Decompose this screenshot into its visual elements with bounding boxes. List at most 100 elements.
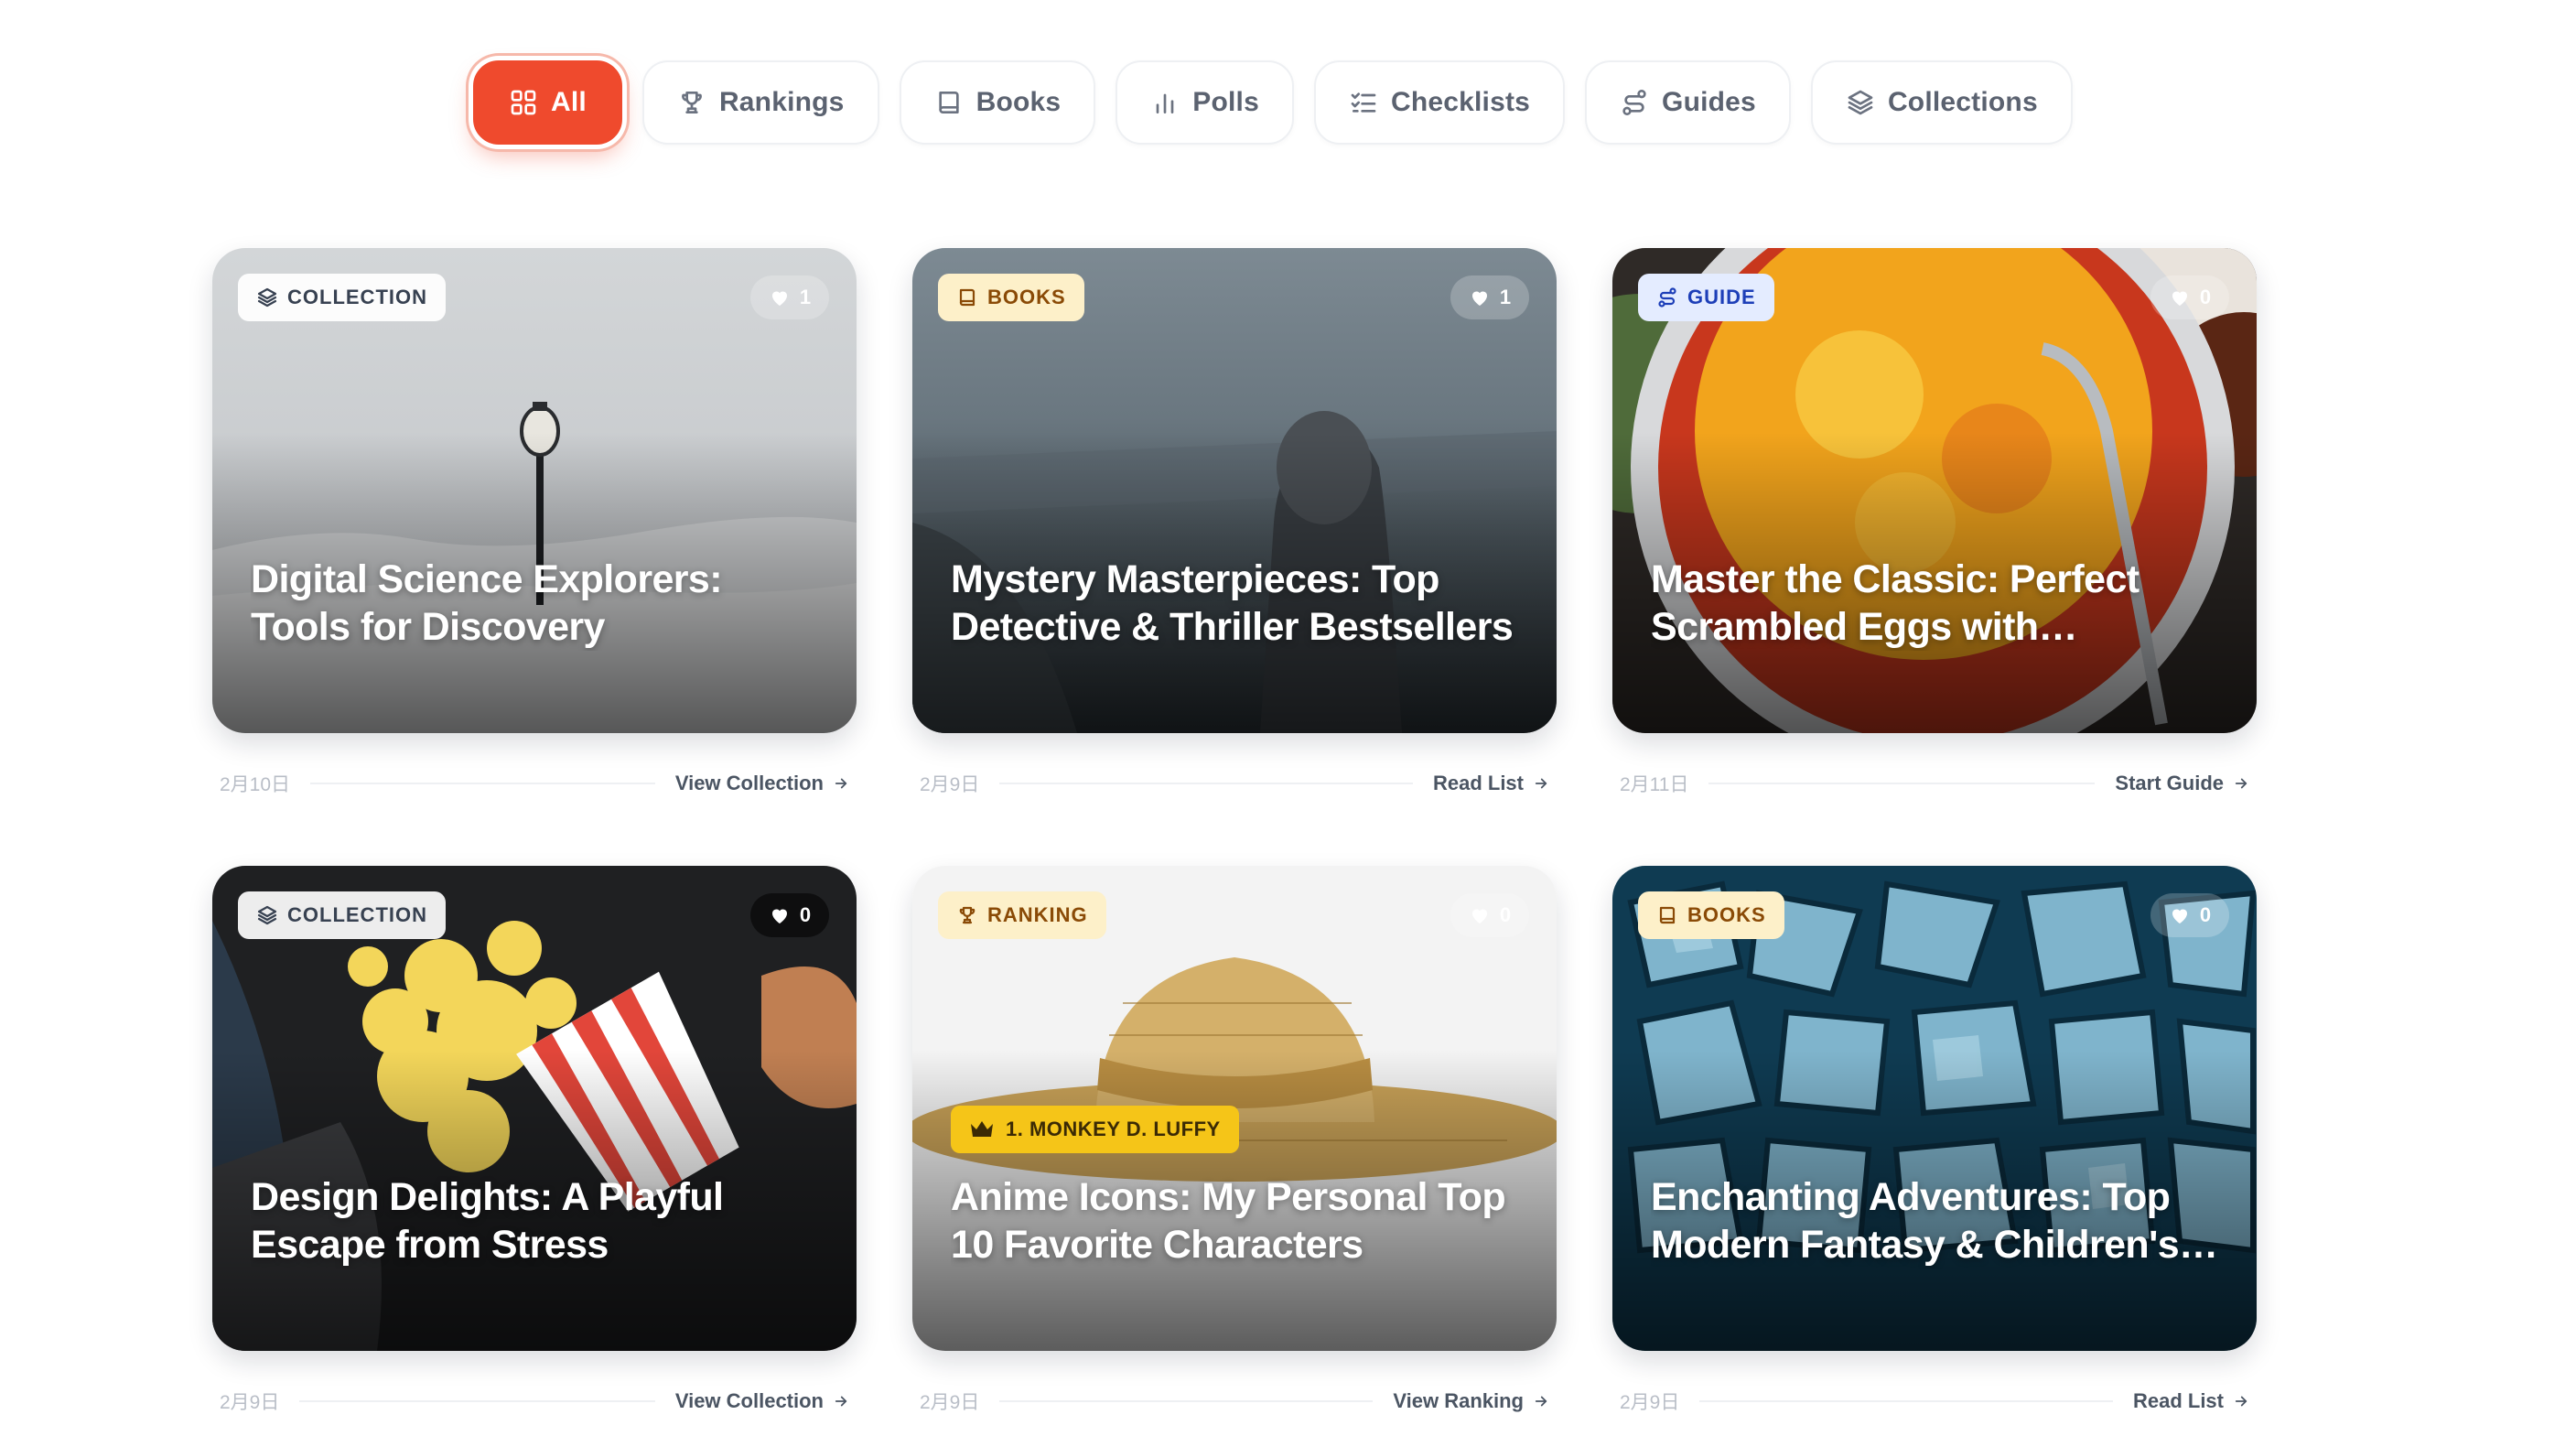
like-button[interactable]: 1	[1450, 275, 1529, 319]
layers-icon	[257, 905, 277, 925]
like-button[interactable]: 1	[750, 275, 829, 319]
card-footer: 2月9日 View Collection	[220, 1386, 849, 1417]
like-button[interactable]: 0	[2150, 893, 2229, 937]
read-list-link[interactable]: Read List	[1433, 772, 1549, 795]
filter-tab-collections[interactable]: Collections	[1810, 60, 2073, 145]
crown-icon	[971, 1121, 993, 1137]
action-label: View Collection	[674, 1389, 824, 1412]
filter-tab-polls[interactable]: Polls	[1116, 60, 1294, 145]
like-count: 1	[799, 286, 812, 308]
card-date: 2月9日	[920, 1392, 980, 1413]
badge-label: COLLECTION	[287, 286, 427, 308]
filter-tab-checklists[interactable]: Checklists	[1313, 60, 1566, 145]
card-title: Master the Classic: Perfect Scrambled Eg…	[1651, 557, 2139, 649]
like-count: 1	[1499, 286, 1512, 308]
layers-icon	[257, 287, 277, 308]
heart-icon	[1471, 909, 1487, 923]
like-count: 0	[1499, 903, 1512, 926]
arrow-right-icon	[835, 778, 847, 789]
card-media[interactable]: BOOKS 0 Enchanting Adventures: Top Moder…	[1612, 866, 2257, 1351]
card-mystery-masterpieces[interactable]: BOOKS 1 Mystery Masterpieces: Top Detect…	[912, 248, 1557, 795]
filter-tab-label: Polls	[1192, 87, 1259, 117]
card-date: 2月11日	[1620, 774, 1689, 795]
divider	[999, 1400, 1374, 1402]
top-rank-label: 1. MONKEY D. LUFFY	[1006, 1118, 1221, 1140]
type-badge: BOOKS	[1638, 891, 1784, 939]
divider	[1699, 1400, 2113, 1402]
card-media[interactable]: GUIDE 0 Master the Classic: Perfect Scra…	[1612, 248, 2257, 733]
like-button[interactable]: 0	[1450, 893, 1529, 937]
card-media[interactable]: COLLECTION 1 Digital Science Explorers: …	[212, 248, 857, 733]
divider	[310, 783, 655, 784]
type-badge: GUIDE	[1638, 274, 1774, 321]
card-title: Digital Science Explorers: Tools for Dis…	[251, 557, 723, 649]
heart-icon	[771, 909, 787, 923]
card-scrambled-eggs[interactable]: GUIDE 0 Master the Classic: Perfect Scra…	[1612, 248, 2257, 795]
checklist-icon	[1351, 92, 1376, 113]
card-title: Enchanting Adventures: Top Modern Fantas…	[1651, 1175, 2218, 1267]
card-date: 2月9日	[1620, 1392, 1680, 1413]
filter-tab-label: Rankings	[718, 87, 845, 117]
divider	[299, 1400, 655, 1402]
like-count: 0	[2199, 903, 2212, 926]
card-footer: 2月9日 View Ranking	[920, 1386, 1549, 1417]
card-media[interactable]: RANKING 0 1. MONKEY D. LUFFY Anime Icons…	[912, 866, 1557, 1351]
card-media[interactable]: BOOKS 1 Mystery Masterpieces: Top Detect…	[912, 248, 1557, 733]
card-date: 2月10日	[220, 774, 291, 795]
card-footer: 2月11日 Start Guide	[1620, 768, 2249, 799]
type-badge: RANKING	[938, 891, 1106, 939]
filter-tab-all[interactable]: All	[473, 60, 622, 145]
action-label: Read List	[2132, 1389, 2224, 1412]
badge-label: BOOKS	[1687, 903, 1766, 926]
card-design-delights[interactable]: COLLECTION 0 Design Delights: A Playful …	[212, 866, 857, 1413]
view-collection-link[interactable]: View Collection	[675, 1389, 849, 1413]
grid-icon	[511, 90, 536, 115]
like-button[interactable]: 0	[2150, 275, 2229, 319]
arrow-right-icon	[1535, 1396, 1547, 1407]
bar-chart-icon	[1156, 93, 1174, 113]
badge-label: COLLECTION	[287, 903, 427, 926]
filter-tab-label: Collections	[1887, 87, 2038, 117]
card-date: 2月9日	[220, 1392, 280, 1413]
card-title: Design Delights: A Playful Escape from S…	[251, 1175, 724, 1267]
action-label: Start Guide	[2115, 772, 2224, 794]
filter-tabs: All Rankings Books Polls Checklists Guid…	[473, 60, 2073, 145]
heart-icon	[771, 291, 787, 306]
filter-tab-guides[interactable]: Guides	[1585, 60, 1791, 145]
card-anime-icons[interactable]: RANKING 0 1. MONKEY D. LUFFY Anime Icons…	[912, 866, 1557, 1413]
book-icon	[959, 288, 975, 307]
card-footer: 2月10日 View Collection	[220, 768, 849, 799]
book-icon	[938, 92, 959, 113]
card-date: 2月9日	[920, 774, 980, 795]
view-collection-link[interactable]: View Collection	[675, 772, 849, 795]
filter-tab-label: Books	[975, 87, 1062, 117]
badge-label: BOOKS	[987, 286, 1066, 308]
action-label: View Collection	[674, 772, 824, 794]
action-label: Read List	[1432, 772, 1524, 794]
card-footer: 2月9日 Read List	[920, 768, 1549, 799]
filter-tab-label: All	[551, 87, 587, 117]
type-badge: COLLECTION	[238, 891, 446, 939]
card-title: Mystery Masterpieces: Top Detective & Th…	[951, 557, 1514, 649]
arrow-right-icon	[2235, 1396, 2247, 1407]
heart-icon	[2172, 909, 2187, 923]
filter-tab-books[interactable]: Books	[899, 60, 1096, 145]
read-list-link[interactable]: Read List	[2133, 1389, 2249, 1413]
type-badge: COLLECTION	[238, 274, 446, 321]
divider	[999, 783, 1413, 784]
filter-tab-rankings[interactable]: Rankings	[641, 60, 879, 145]
trophy-icon	[682, 92, 702, 113]
like-button[interactable]: 0	[750, 893, 829, 937]
type-badge: BOOKS	[938, 274, 1084, 321]
view-ranking-link[interactable]: View Ranking	[1393, 1389, 1549, 1413]
card-enchanting-adventures[interactable]: BOOKS 0 Enchanting Adventures: Top Moder…	[1612, 866, 2257, 1413]
route-icon	[1658, 287, 1676, 308]
like-count: 0	[2199, 286, 2212, 308]
filter-tab-label: Checklists	[1390, 87, 1531, 117]
card-media[interactable]: COLLECTION 0 Design Delights: A Playful …	[212, 866, 857, 1351]
like-count: 0	[799, 903, 812, 926]
start-guide-link[interactable]: Start Guide	[2115, 772, 2249, 795]
arrow-right-icon	[2235, 778, 2247, 789]
card-digital-science[interactable]: COLLECTION 1 Digital Science Explorers: …	[212, 248, 857, 795]
book-icon	[1659, 906, 1676, 924]
